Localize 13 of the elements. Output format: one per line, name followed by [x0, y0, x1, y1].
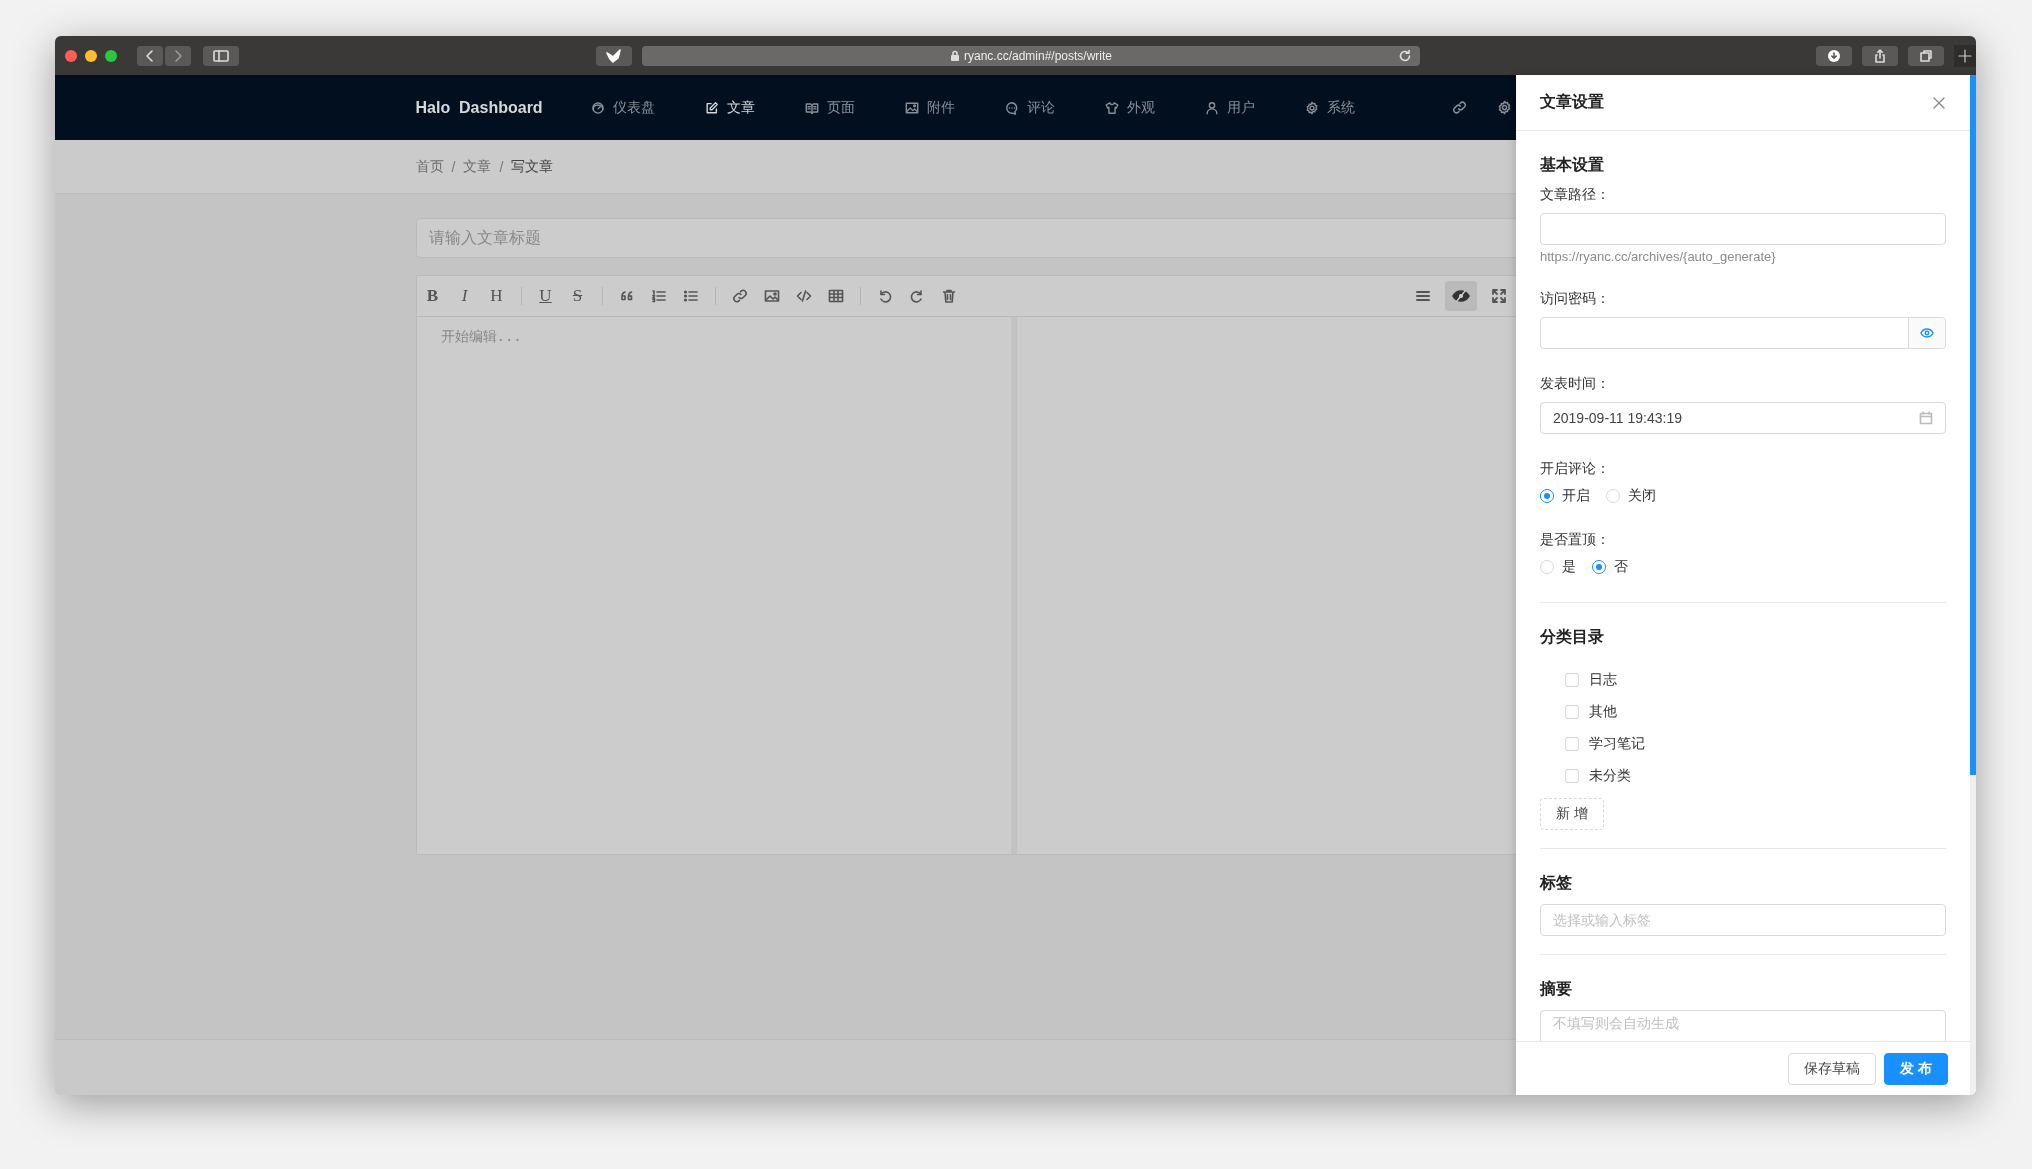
field-label: 发表时间：: [1540, 375, 1611, 393]
section-heading: 基本设置: [1540, 155, 1605, 175]
field-label: 是否置顶：: [1540, 531, 1611, 549]
field-label: 开启评论：: [1540, 460, 1611, 478]
field-label: 访问密码：: [1540, 290, 1611, 308]
editor-placeholder: 开始编辑...: [440, 328, 522, 344]
field-label: 文章路径：: [1540, 186, 1611, 204]
drawer-title: 文章设置: [1540, 92, 1604, 112]
section-heading: 摘要: [1540, 979, 1573, 999]
section-heading: 标签: [1540, 873, 1573, 893]
breadcrumb-separator: /: [499, 158, 504, 175]
breadcrumb-separator: /: [451, 158, 456, 175]
section-heading: 分类目录: [1540, 627, 1605, 647]
